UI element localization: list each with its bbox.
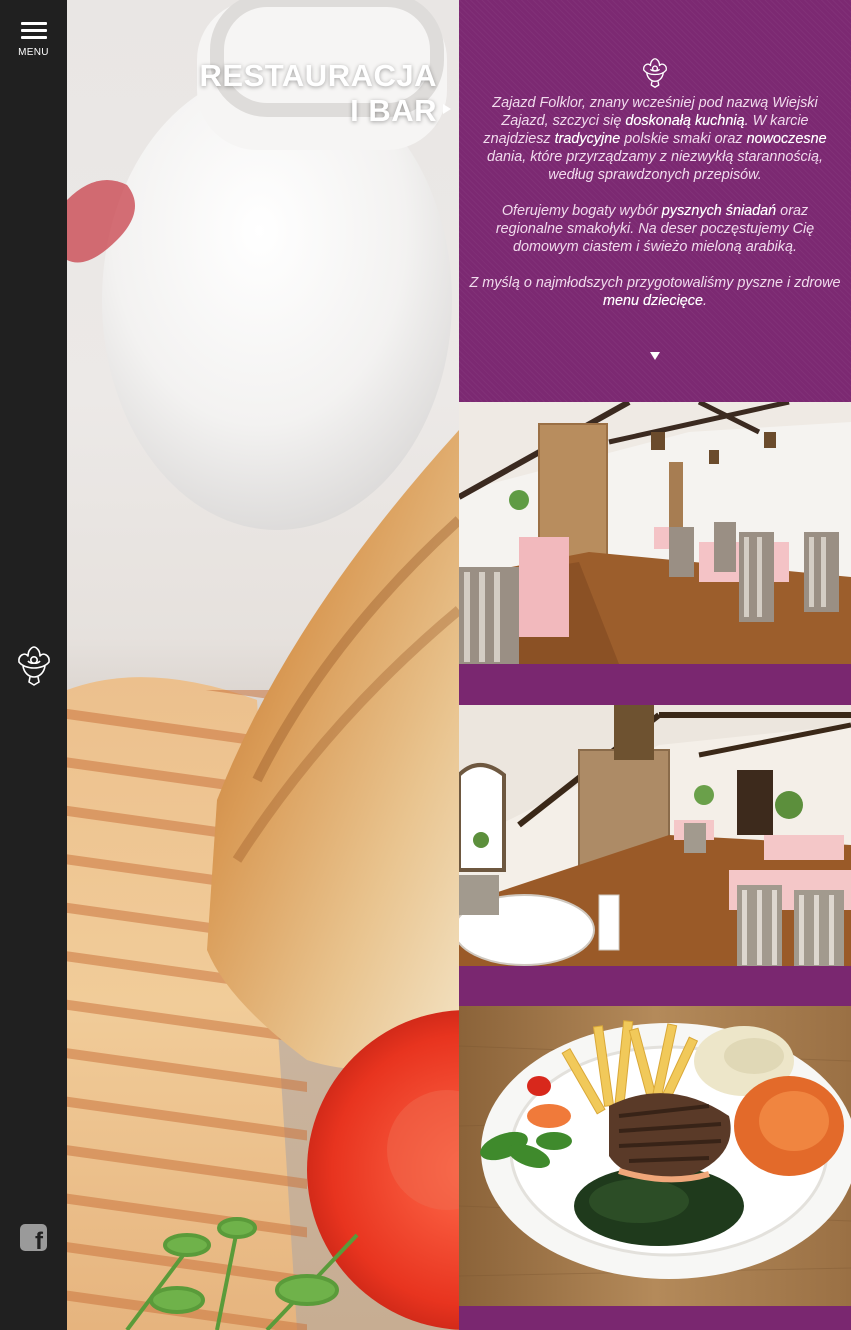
intro-text: Zajazd Folklor, znany wcześniej pod nazw… bbox=[469, 94, 841, 328]
facebook-icon[interactable]: f bbox=[20, 1224, 47, 1254]
dining-room-photo-1[interactable] bbox=[459, 402, 851, 664]
menu-label: MENU bbox=[18, 47, 49, 58]
intro-highlight: doskonałą kuchnią bbox=[625, 113, 745, 129]
intro-paragraph-3: Z myślą o najmłodszych przygotowaliśmy p… bbox=[469, 274, 841, 310]
dish-photo[interactable] bbox=[459, 1006, 851, 1306]
intro-highlight: tradycyjne bbox=[554, 131, 621, 147]
triangle-right-icon bbox=[443, 104, 451, 114]
dining-room-photo-2[interactable] bbox=[459, 705, 851, 966]
intro-text-span: Oferujemy bogaty wybór bbox=[501, 203, 662, 219]
folk-flower-logo-icon bbox=[643, 58, 667, 88]
hero-title-line1: RESTAURACJA bbox=[199, 58, 437, 93]
dish-image bbox=[459, 1006, 851, 1306]
intro-text-span: dania, które przyrządzamy z niezwykłą st… bbox=[487, 149, 823, 183]
hero-title-line2: I BAR bbox=[350, 93, 437, 128]
intro-paragraph-2: Oferujemy bogaty wybór pysznych śniadań … bbox=[469, 202, 841, 256]
intro-panel: Zajazd Folklor, znany wcześniej pod nazw… bbox=[459, 0, 851, 402]
folk-flower-logo-icon bbox=[18, 646, 50, 686]
intro-highlight: pysznych śniadań bbox=[661, 203, 777, 219]
hero-photo-image bbox=[67, 0, 459, 1330]
intro-paragraph-1: Zajazd Folklor, znany wcześniej pod nazw… bbox=[469, 94, 841, 184]
hero-title: RESTAURACJA I BAR bbox=[200, 58, 437, 128]
intro-highlight: nowoczesne bbox=[746, 131, 827, 147]
intro-text-span: Z myślą o najmłodszych przygotowaliśmy p… bbox=[469, 275, 841, 291]
intro-text-span: polskie smaki oraz bbox=[620, 131, 747, 147]
dining-room-image bbox=[459, 705, 851, 966]
sidebar: MENU f bbox=[0, 0, 67, 1330]
dining-room-image bbox=[459, 402, 851, 664]
intro-text-span: . bbox=[703, 293, 707, 309]
hamburger-icon bbox=[21, 22, 47, 40]
menu-button[interactable]: MENU bbox=[0, 18, 67, 62]
triangle-down-icon[interactable] bbox=[650, 352, 660, 360]
content-column: Zajazd Folklor, znany wcześniej pod nazw… bbox=[459, 0, 851, 1330]
intro-highlight: menu dziecięce bbox=[603, 293, 703, 309]
hero-food-photo: RESTAURACJA I BAR bbox=[67, 0, 459, 1330]
